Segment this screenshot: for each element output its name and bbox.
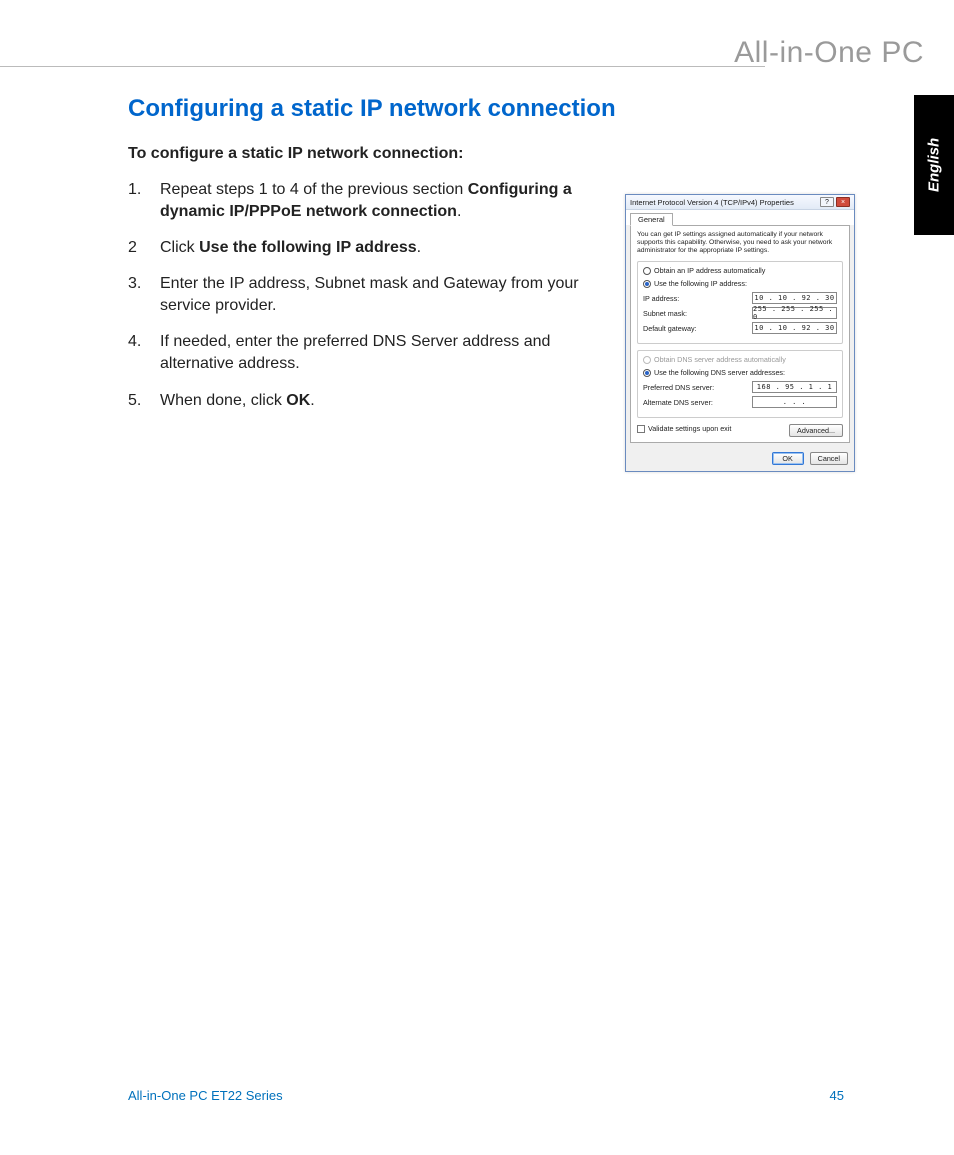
dialog-titlebar: Internet Protocol Version 4 (TCP/IPv4) P… [626, 195, 854, 210]
step-number: 1. [128, 179, 160, 223]
step-number: 4. [128, 331, 160, 375]
dialog-footer: OK Cancel [626, 447, 854, 471]
ipv4-properties-dialog: Internet Protocol Version 4 (TCP/IPv4) P… [625, 194, 855, 472]
dns-group: Obtain DNS server address automatically … [637, 350, 843, 418]
step-text: When done, click OK. [160, 390, 608, 412]
validate-checkbox[interactable]: Validate settings upon exit [637, 424, 731, 433]
language-tab[interactable]: English [914, 95, 954, 235]
step-5: 5. When done, click OK. [128, 390, 608, 412]
radio-icon [643, 267, 651, 275]
radio-label: Use the following IP address: [654, 279, 747, 288]
step-3: 3. Enter the IP address, Subnet mask and… [128, 273, 608, 317]
step-post: . [457, 203, 461, 220]
radio-auto-dns: Obtain DNS server address automatically [643, 355, 837, 364]
dialog-note: You can get IP settings assigned automat… [637, 231, 843, 255]
step-text: Enter the IP address, Subnet mask and Ga… [160, 273, 608, 317]
footer-page-number: 45 [830, 1088, 844, 1103]
checkbox-label: Validate settings upon exit [648, 424, 731, 433]
section-title: Configuring a static IP network connecti… [128, 95, 868, 123]
ip-address-row: IP address: 10 . 10 . 92 . 30 [643, 292, 837, 304]
subnet-input[interactable]: 255 . 255 . 255 . 0 [752, 307, 837, 319]
tab-general[interactable]: General [630, 213, 673, 226]
dialog-tabs: General [626, 210, 854, 225]
radio-label: Obtain DNS server address automatically [654, 355, 786, 364]
step-bold: OK [286, 392, 310, 409]
ok-button[interactable]: OK [772, 452, 804, 465]
radio-auto-ip[interactable]: Obtain an IP address automatically [643, 266, 837, 275]
ip-group: Obtain an IP address automatically Use t… [637, 261, 843, 344]
step-text: If needed, enter the preferred DNS Serve… [160, 331, 608, 375]
ip-address-input[interactable]: 10 . 10 . 92 . 30 [752, 292, 837, 304]
advanced-button[interactable]: Advanced... [789, 424, 843, 437]
header-rule [0, 66, 765, 67]
step-post: . [417, 239, 421, 256]
step-2: 2 Click Use the following IP address. [128, 237, 608, 259]
gateway-input[interactable]: 10 . 10 . 92 . 30 [752, 322, 837, 334]
step-post: . [310, 392, 314, 409]
step-4: 4. If needed, enter the preferred DNS Se… [128, 331, 608, 375]
step-text: Repeat steps 1 to 4 of the previous sect… [160, 179, 608, 223]
steps-list: 1. Repeat steps 1 to 4 of the previous s… [128, 179, 608, 412]
radio-label: Use the following DNS server addresses: [654, 368, 785, 377]
gateway-label: Default gateway: [643, 324, 752, 333]
pref-dns-label: Preferred DNS server: [643, 383, 752, 392]
step-number: 3. [128, 273, 160, 317]
footer-series: All-in-One PC ET22 Series [128, 1088, 283, 1103]
checkbox-icon [637, 425, 645, 433]
brand-title: All-in-One PC [734, 36, 924, 70]
step-number: 2 [128, 237, 160, 259]
pref-dns-row: Preferred DNS server: 168 . 95 . 1 . 1 [643, 381, 837, 393]
step-1: 1. Repeat steps 1 to 4 of the previous s… [128, 179, 608, 223]
subnet-label: Subnet mask: [643, 309, 752, 318]
ip-label: IP address: [643, 294, 752, 303]
alt-dns-row: Alternate DNS server: . . . [643, 396, 837, 408]
intro-text: To configure a static IP network connect… [128, 145, 868, 163]
subnet-row: Subnet mask: 255 . 255 . 255 . 0 [643, 307, 837, 319]
radio-icon [643, 369, 651, 377]
step-pre: Repeat steps 1 to 4 of the previous sect… [160, 181, 468, 198]
radio-use-dns[interactable]: Use the following DNS server addresses: [643, 368, 837, 377]
radio-icon [643, 356, 651, 364]
dialog-bottom-row: Validate settings upon exit Advanced... [637, 424, 843, 437]
gateway-row: Default gateway: 10 . 10 . 92 . 30 [643, 322, 837, 334]
alt-dns-label: Alternate DNS server: [643, 398, 752, 407]
close-button[interactable]: × [836, 197, 850, 207]
dialog-body: You can get IP settings assigned automat… [630, 225, 850, 443]
step-number: 5. [128, 390, 160, 412]
pref-dns-input[interactable]: 168 . 95 . 1 . 1 [752, 381, 837, 393]
step-pre: When done, click [160, 392, 286, 409]
step-bold: Use the following IP address [199, 239, 417, 256]
alt-dns-input[interactable]: . . . [752, 396, 837, 408]
step-text: Click Use the following IP address. [160, 237, 608, 259]
radio-icon [643, 280, 651, 288]
radio-label: Obtain an IP address automatically [654, 266, 765, 275]
cancel-button[interactable]: Cancel [810, 452, 848, 465]
radio-use-ip[interactable]: Use the following IP address: [643, 279, 837, 288]
dialog-title: Internet Protocol Version 4 (TCP/IPv4) P… [630, 198, 818, 207]
help-button[interactable]: ? [820, 197, 834, 207]
step-pre: Click [160, 239, 199, 256]
